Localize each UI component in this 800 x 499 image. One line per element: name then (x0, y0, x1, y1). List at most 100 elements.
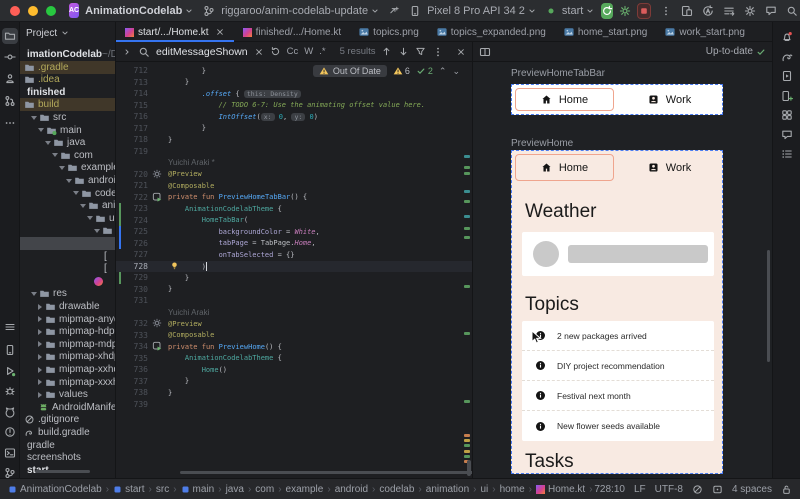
tree-chevron-icon[interactable] (73, 191, 79, 195)
device-manager-icon[interactable] (780, 89, 794, 103)
tree-item-build.gradle[interactable]: build.gradle (20, 426, 116, 439)
breadcrumb-AnimationCodelab[interactable]: AnimationCodelab (8, 484, 102, 495)
tree-chevron-icon[interactable] (38, 379, 42, 385)
tree-chevron-icon[interactable] (31, 292, 37, 296)
code-line-730[interactable]: 730} (116, 284, 472, 296)
prev-problem-icon[interactable]: ⌃ (439, 66, 447, 77)
ai-chat-icon[interactable] (780, 128, 794, 142)
tree-item-screenshots[interactable]: screenshots (20, 451, 116, 464)
tree-chevron-icon[interactable] (59, 166, 65, 170)
breadcrumb-start[interactable]: start (113, 484, 144, 495)
structure-people-icon[interactable] (3, 72, 17, 86)
tree-chevron-icon[interactable] (38, 304, 42, 310)
structure-list-icon[interactable] (780, 147, 794, 161)
editor-tab-0[interactable]: start/.../Home.kt (116, 22, 234, 42)
tree-chevron-icon[interactable] (38, 341, 42, 347)
terminal-icon[interactable] (3, 446, 17, 460)
out-of-date-chip[interactable]: Out Of Date (313, 65, 387, 77)
tree-item-anir[interactable]: anir (20, 199, 116, 212)
tree-item-mipmap-xxxhdp[interactable]: mipmap-xxxhdp (20, 376, 116, 389)
tree-item-example[interactable]: example (20, 161, 116, 174)
project-name[interactable]: AnimationCodelab (85, 5, 182, 17)
author-annotation[interactable]: Yuichi Araki * (168, 158, 215, 167)
clear-search-icon[interactable] (254, 47, 264, 57)
tree-item-src[interactable]: src (20, 111, 116, 124)
tree-item-mipmap-mdpi[interactable]: mipmap-mdpi (20, 338, 116, 351)
code-author-line[interactable]: Yuichi Araki * (116, 157, 472, 169)
sync-icon[interactable] (702, 5, 714, 17)
breadcrumb-Home.kt[interactable]: Home.kt (536, 484, 585, 495)
branch-name[interactable]: riggaroo/anim-codelab-update (221, 5, 368, 17)
author-annotation[interactable]: Yuichi Araki (168, 308, 209, 317)
tree-item-imationCodelab[interactable]: imationCodelab ~/Documen (20, 48, 116, 61)
tree-item-android[interactable]: android (20, 174, 116, 187)
code-line-713[interactable]: 713 } (116, 77, 472, 89)
tree-chevron-icon[interactable] (52, 153, 58, 157)
breadcrumb-codelab[interactable]: codelab (379, 484, 414, 495)
code-line-722[interactable]: 722private fun PreviewHomeTabBar() { (116, 192, 472, 204)
close-search-icon[interactable] (456, 47, 466, 57)
bug-icon[interactable] (3, 384, 17, 398)
code-line-736[interactable]: 736 Home() (116, 364, 472, 376)
tree-item-.gitignore[interactable]: .gitignore (20, 413, 116, 426)
search-expand-icon[interactable] (122, 47, 132, 57)
tree-chevron-icon[interactable] (38, 354, 42, 360)
logcat-icon[interactable] (3, 405, 17, 419)
indent-size[interactable]: 4 spaces (732, 484, 772, 495)
code-editor[interactable]: 712 }713 }714 .offset { this: Density715… (116, 62, 472, 478)
code-line-737[interactable]: 737 } (116, 376, 472, 388)
tree-chevron-icon[interactable] (66, 179, 72, 183)
tree-item-com[interactable]: com (20, 149, 116, 162)
tree-item-main[interactable]: main (20, 124, 116, 137)
code-line-714[interactable]: 714 .offset { this: Density (116, 88, 472, 100)
build-variants-icon[interactable] (723, 5, 735, 17)
unlocked-icon[interactable] (781, 484, 792, 495)
tree-item-.gradle[interactable]: .gradle (20, 61, 116, 74)
search-icon[interactable] (786, 5, 798, 17)
editor-tab-3[interactable]: topics_expanded.png (428, 22, 555, 42)
project-chevron-icon[interactable] (184, 6, 194, 16)
code-line-738[interactable]: 738} (116, 387, 472, 399)
bell-icon[interactable] (780, 30, 794, 44)
previous-match-icon[interactable] (381, 46, 392, 57)
tree-item-mipmap-anydpi[interactable]: mipmap-anydpi (20, 313, 116, 326)
search-filter-icon[interactable] (415, 46, 426, 57)
tree-item-mipmap-xxhdpi[interactable]: mipmap-xxhdpi (20, 363, 116, 376)
tree-chevron-icon[interactable] (80, 204, 86, 208)
code-line-720[interactable]: 720@Preview (116, 169, 472, 181)
menu-icon[interactable] (3, 320, 17, 334)
device-selector[interactable]: Pixel 8 Pro API 34 2 (427, 5, 525, 17)
search-more-icon[interactable] (432, 46, 444, 58)
update-project-icon[interactable] (389, 5, 400, 16)
running-devices-icon[interactable] (780, 69, 794, 83)
code-line-723[interactable]: 723 AnimationCodelabTheme { (116, 203, 472, 215)
gradle-elephant-icon[interactable] (780, 50, 794, 64)
rerun-button[interactable] (601, 3, 613, 19)
code-line-726[interactable]: 726 tabPage = TabPage.Home, (116, 238, 472, 250)
ai-chat2-icon[interactable] (765, 5, 777, 17)
code-line-734[interactable]: 734private fun PreviewHome() { (116, 341, 472, 353)
search-history-icon[interactable] (270, 46, 281, 57)
tree-item-finished[interactable]: finished (20, 86, 116, 99)
breadcrumb-ui[interactable]: ui (480, 484, 488, 495)
tree-item-codela[interactable]: codela (20, 187, 116, 200)
line-separator[interactable]: LF (634, 484, 646, 495)
branch-chevron-icon[interactable] (370, 6, 380, 16)
tree-chevron-icon[interactable] (31, 116, 37, 120)
preview-settings-icon[interactable] (152, 318, 162, 328)
preview-scrollbar[interactable] (767, 250, 770, 362)
preview-settings-icon[interactable] (152, 169, 162, 179)
more-run-options-icon[interactable] (660, 5, 672, 17)
regex-toggle[interactable]: .* (319, 46, 325, 57)
code-line-718[interactable]: 718} (116, 134, 472, 146)
run-config-chevron-icon[interactable] (585, 6, 595, 16)
breadcrumb-main[interactable]: main (181, 484, 215, 495)
editor-tab-5[interactable]: work_start.png (656, 22, 754, 42)
code-line-719[interactable]: 719 (116, 146, 472, 158)
device-chevron-icon[interactable] (527, 6, 537, 16)
close-tab-icon[interactable] (215, 27, 225, 37)
code-line-728[interactable]: 728 ) (116, 261, 472, 273)
caret-position[interactable]: 728:10 (594, 484, 625, 495)
tree-chevron-icon[interactable] (94, 229, 100, 233)
tree-item-u[interactable]: u (20, 212, 116, 225)
